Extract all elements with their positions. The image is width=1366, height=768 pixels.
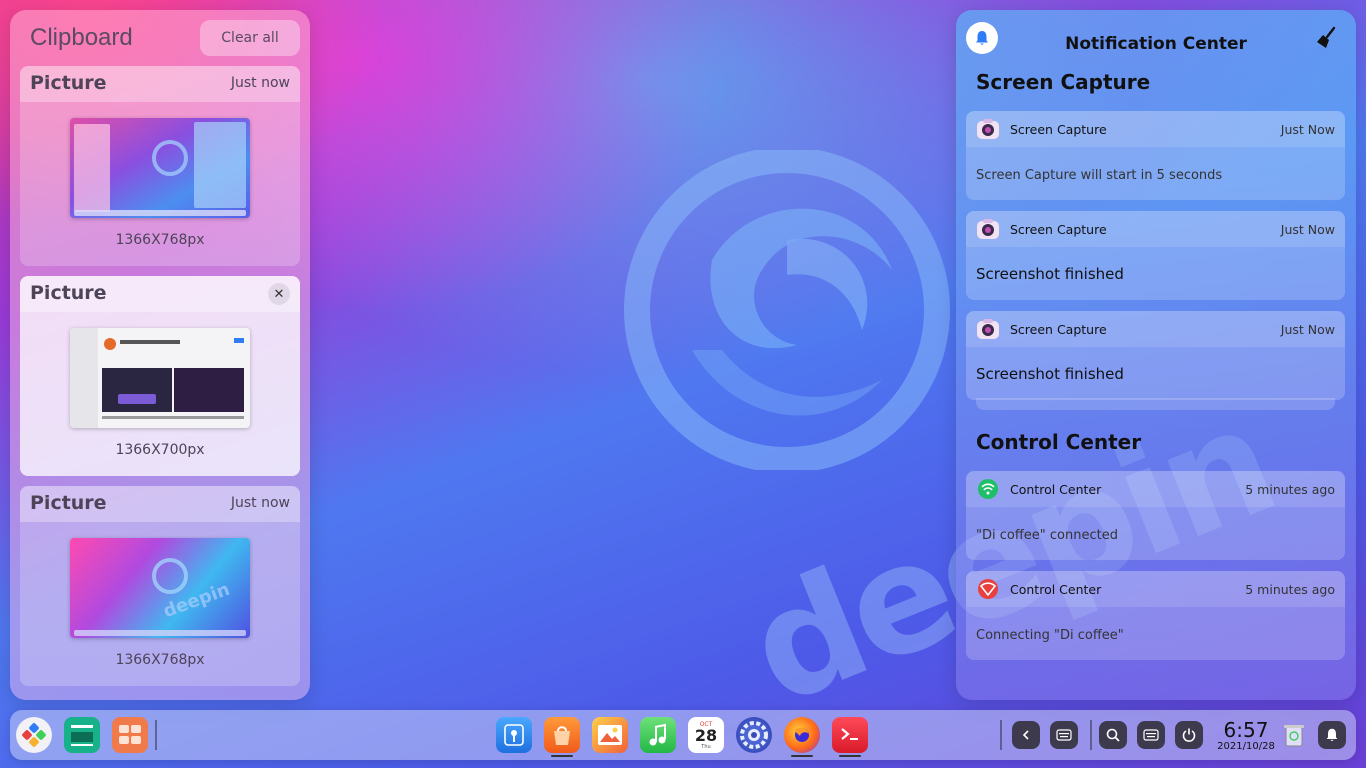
group-title-screen-capture: Screen Capture xyxy=(976,70,1151,94)
notification-body: Screenshot finished xyxy=(976,265,1124,283)
onscreen-keyboard-icon[interactable] xyxy=(1137,721,1165,749)
clock-time[interactable]: 6:57 xyxy=(1216,718,1276,742)
camera-icon xyxy=(977,119,999,139)
clipboard-item-type: Picture xyxy=(30,72,107,94)
camera-icon xyxy=(977,219,999,239)
clipboard-item-time: Just now xyxy=(230,495,290,511)
notification-center: Notification Center Screen Capture Scree… xyxy=(956,10,1356,700)
music-icon[interactable] xyxy=(640,717,676,753)
notification-body: Connecting "Di coffee" xyxy=(976,628,1124,643)
file-manager-icon[interactable] xyxy=(496,717,532,753)
notification-center-title: Notification Center xyxy=(1065,34,1247,54)
notification-item[interactable]: Control Center 5 minutes ago "Di coffee"… xyxy=(966,471,1345,560)
clipboard-item-dimensions: 1366X768px xyxy=(115,652,205,668)
calendar-icon[interactable]: OCT 28 Thu xyxy=(688,717,724,753)
clipboard-item[interactable]: Picture Just now deepin 1366X768px xyxy=(20,486,300,686)
notification-item[interactable]: Control Center 5 minutes ago Connecting … xyxy=(966,571,1345,660)
app-store-icon[interactable] xyxy=(544,717,580,753)
running-indicator xyxy=(839,755,861,757)
notification-item[interactable]: Screen Capture Just Now Screen Capture w… xyxy=(966,111,1345,200)
search-icon[interactable] xyxy=(1099,721,1127,749)
clipboard-thumbnail: deepin xyxy=(70,538,250,638)
clipboard-item-dimensions: 1366X700px xyxy=(115,442,205,458)
notification-time: 5 minutes ago xyxy=(1245,482,1335,497)
wifi-connecting-icon xyxy=(978,579,998,599)
notification-time: 5 minutes ago xyxy=(1245,582,1335,597)
clipboard-thumbnail xyxy=(70,328,250,428)
clock-date[interactable]: 2021/10/28 xyxy=(1208,741,1284,752)
control-center-icon[interactable] xyxy=(736,717,772,753)
clipboard-item[interactable]: Picture ✕ 1366X700px xyxy=(20,276,300,476)
dock-separator xyxy=(155,720,157,750)
clipboard-item-header: Picture Just now xyxy=(20,66,300,102)
power-icon[interactable] xyxy=(1175,721,1203,749)
notification-item[interactable]: Screen Capture Just Now Screenshot finis… xyxy=(966,311,1345,400)
clipboard-item[interactable]: Picture Just now 1366X768px xyxy=(20,66,300,266)
firefox-icon[interactable] xyxy=(784,717,820,753)
notification-stack-edge[interactable] xyxy=(976,398,1335,410)
clipboard-panel: Clipboard Clear all Picture Just now 136… xyxy=(10,10,310,700)
clipboard-thumbnail xyxy=(70,118,250,218)
notification-app: Screen Capture xyxy=(1010,322,1107,337)
terminal-icon[interactable] xyxy=(832,717,868,753)
dock-separator xyxy=(1090,720,1092,750)
notification-time: Just Now xyxy=(1280,322,1335,337)
group-title-control-center: Control Center xyxy=(976,430,1142,454)
running-indicator xyxy=(791,755,813,757)
notification-time: Just Now xyxy=(1280,122,1335,137)
workspace-icon[interactable] xyxy=(112,717,148,753)
close-icon[interactable]: ✕ xyxy=(268,283,290,305)
clipboard-item-type: Picture xyxy=(30,492,107,514)
clipboard-title: Clipboard xyxy=(30,24,133,51)
notification-body: Screenshot finished xyxy=(976,365,1124,383)
calendar-day: 28 xyxy=(694,725,718,745)
broom-clear-icon[interactable] xyxy=(1314,26,1338,50)
album-icon[interactable] xyxy=(592,717,628,753)
notification-app: Control Center xyxy=(1010,482,1102,497)
notification-time: Just Now xyxy=(1280,222,1335,237)
trash-icon[interactable] xyxy=(1276,717,1312,753)
deepin-logo-wallpaper xyxy=(624,150,950,470)
camera-icon xyxy=(977,319,999,339)
multitasking-icon[interactable] xyxy=(64,717,100,753)
clipboard-item-dimensions: 1366X768px xyxy=(115,232,205,248)
notification-bell-icon[interactable] xyxy=(1318,721,1346,749)
clipboard-item-type: Picture xyxy=(30,282,107,304)
clear-all-button[interactable]: Clear all xyxy=(200,20,300,56)
keyboard-icon[interactable] xyxy=(1050,721,1078,749)
chevron-left-icon[interactable] xyxy=(1012,721,1040,749)
running-indicator xyxy=(551,755,573,757)
clipboard-item-header: Picture ✕ xyxy=(20,276,300,312)
notification-app: Control Center xyxy=(1010,582,1102,597)
notification-item[interactable]: Screen Capture Just Now Screenshot finis… xyxy=(966,211,1345,300)
launcher-icon[interactable] xyxy=(16,717,52,753)
notification-body: Screen Capture will start in 5 seconds xyxy=(976,168,1223,183)
notification-body: "Di coffee" connected xyxy=(976,528,1118,543)
clipboard-item-time: Just now xyxy=(230,75,290,91)
clipboard-item-header: Picture Just now xyxy=(20,486,300,522)
dock-separator xyxy=(1000,720,1002,750)
dock: OCT 28 Thu 6:57 2021/10/28 xyxy=(10,710,1356,760)
wifi-connected-icon xyxy=(978,479,998,499)
notification-app: Screen Capture xyxy=(1010,222,1107,237)
calendar-weekday: Thu xyxy=(701,743,711,750)
notification-app: Screen Capture xyxy=(1010,122,1107,137)
